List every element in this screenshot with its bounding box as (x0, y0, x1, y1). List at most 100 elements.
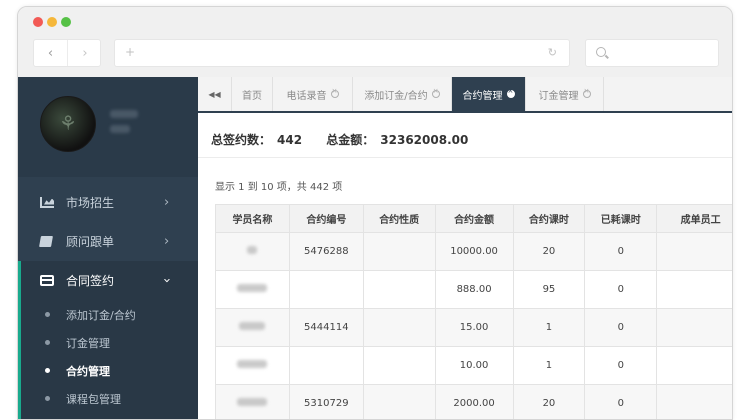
bullet-icon (45, 312, 50, 317)
total-amount-value: 32362008.00 (380, 133, 469, 147)
redacted-name (237, 284, 268, 292)
sidebar-item-label: 市场招生 (66, 195, 115, 210)
submenu-item-add-deposit[interactable]: 添加订金/合约 (21, 301, 198, 328)
close-tab-icon[interactable] (431, 87, 440, 98)
chevron-left-icon: ‹ (47, 45, 54, 61)
contract-nature-cell (362, 308, 436, 347)
forward-button[interactable]: › (68, 40, 102, 66)
used-hours-cell: 0 (584, 308, 658, 347)
contract-no-cell (288, 346, 364, 385)
card-icon (40, 274, 54, 286)
bullet-icon (45, 396, 50, 401)
sidebar: ⚘ 市场招生 › 顾问跟单 › 合同签约 › 添加订金/合约 订金管理 合约管理… (18, 77, 198, 419)
avatar-image-icon: ⚘ (59, 111, 77, 135)
contract-hours-cell: 95 (512, 270, 586, 309)
maximize-window-button[interactable] (61, 17, 71, 27)
close-tab-icon[interactable] (506, 87, 515, 98)
column-header[interactable]: 学员名称 (215, 204, 290, 233)
bullet-icon (45, 340, 50, 345)
chevron-right-icon: › (164, 233, 170, 249)
contract-amount-cell: 10000.00 (434, 232, 514, 271)
book-icon (39, 235, 53, 247)
column-header[interactable]: 合约课时 (512, 204, 586, 233)
tab-add-deposit[interactable]: 添加订金/合约 (353, 77, 452, 111)
sidebar-item-contract[interactable]: 合同签约 › (18, 261, 198, 299)
avatar[interactable]: ⚘ (40, 96, 96, 152)
main-content: ◀◀ 首页 电话录音 添加订金/合约 合约管理 订金管理 总签约数： 442 总金… (198, 77, 732, 419)
tab-label: 合约管理 (462, 90, 503, 102)
tabs-scroll-left-button[interactable]: ◀◀ (198, 77, 232, 111)
submenu-item-course-package[interactable]: 课程包管理 (21, 385, 198, 412)
close-tab-icon[interactable] (582, 87, 591, 98)
total-count-label: 总签约数： (211, 133, 272, 147)
staff-cell (656, 384, 732, 419)
tab-deposit-manage[interactable]: 订金管理 (526, 77, 604, 111)
chevron-down-icon: › (159, 277, 175, 283)
redacted-name (239, 322, 266, 330)
staff-cell (656, 232, 732, 271)
close-window-button[interactable] (33, 17, 43, 27)
divider (198, 157, 732, 158)
submenu-item-label: 课程包管理 (66, 392, 121, 406)
contract-nature-cell (362, 232, 436, 271)
bullet-icon (45, 368, 50, 373)
table-row[interactable]: 888.00 95 0 (215, 270, 732, 309)
contract-nature-cell (362, 270, 436, 309)
used-hours-cell: 0 (584, 384, 658, 419)
column-header[interactable]: 合约编号 (288, 204, 364, 233)
redacted-name (237, 360, 268, 368)
contract-amount-cell: 15.00 (434, 308, 514, 347)
tab-home[interactable]: 首页 (232, 77, 273, 111)
table-row[interactable]: 5476288 10000.00 20 0 (215, 232, 732, 271)
address-bar[interactable]: + ↻ (114, 39, 570, 67)
used-hours-cell: 0 (584, 270, 658, 309)
browser-search-input[interactable] (585, 39, 719, 67)
contract-submenu: 添加订金/合约 订金管理 合约管理 课程包管理 (18, 298, 198, 419)
contract-hours-cell: 1 (512, 308, 586, 347)
student-name-cell (215, 308, 290, 347)
sidebar-item-label: 合同签约 (66, 273, 115, 288)
contract-amount-cell: 888.00 (434, 270, 514, 309)
table-row[interactable]: 5310729 2000.00 20 0 (215, 384, 732, 419)
sidebar-item-consultant[interactable]: 顾问跟单 › (18, 222, 198, 260)
contract-nature-cell (362, 384, 436, 419)
submenu-item-label: 订金管理 (66, 336, 110, 350)
redacted-name (237, 398, 268, 406)
student-name-cell (215, 346, 290, 385)
column-header[interactable]: 合约性质 (362, 204, 436, 233)
nav-buttons: ‹ › (33, 39, 101, 67)
contract-amount-cell: 10.00 (434, 346, 514, 385)
close-tab-icon[interactable] (330, 87, 339, 98)
column-header[interactable]: 成单员工 (656, 204, 732, 233)
table-row[interactable]: 10.00 1 0 (215, 346, 732, 385)
submenu-item-contract-manage[interactable]: 合约管理 (21, 357, 198, 384)
pagination-info: 显示 1 到 10 项，共 442 项 (215, 182, 343, 193)
student-name-cell (215, 232, 290, 271)
tab-contract-manage[interactable]: 合约管理 (452, 77, 526, 111)
submenu-item-deposit-manage[interactable]: 订金管理 (21, 329, 198, 356)
column-header[interactable]: 合约金额 (434, 204, 514, 233)
sidebar-item-label: 顾问跟单 (66, 234, 115, 249)
contract-no-cell: 5310729 (288, 384, 364, 419)
tab-label: 首页 (242, 90, 262, 102)
reload-icon[interactable]: ↻ (548, 46, 557, 59)
column-header[interactable]: 已耗课时 (584, 204, 658, 233)
tab-call-recording[interactable]: 电话录音 (273, 77, 353, 111)
summary-bar: 总签约数： 442 总金额： 32362008.00 (211, 131, 474, 148)
back-button[interactable]: ‹ (34, 40, 68, 66)
contract-no-cell (288, 270, 364, 309)
contract-no-cell: 5444114 (288, 308, 364, 347)
staff-cell (656, 270, 732, 309)
sidebar-item-marketing[interactable]: 市场招生 › (18, 183, 198, 221)
browser-titlebar: ‹ › + ↻ (18, 7, 732, 77)
contract-amount-cell: 2000.00 (434, 384, 514, 419)
submenu-item-label: 合约管理 (66, 364, 110, 378)
tab-label: 添加订金/合约 (364, 90, 428, 102)
add-icon: + (125, 45, 136, 59)
contracts-table: 学员名称 合约编号 合约性质 合约金额 合约课时 已耗课时 成单员工 54762… (215, 204, 732, 419)
profile-name-redacted (110, 110, 138, 118)
table-row[interactable]: 5444114 15.00 1 0 (215, 308, 732, 347)
table-header-row: 学员名称 合约编号 合约性质 合约金额 合约课时 已耗课时 成单员工 (215, 204, 732, 233)
minimize-window-button[interactable] (47, 17, 57, 27)
browser-window: ‹ › + ↻ ⚘ 市场招生 › 顾问跟单 › 合同签约 › 添加订金/合约 订… (17, 6, 733, 420)
